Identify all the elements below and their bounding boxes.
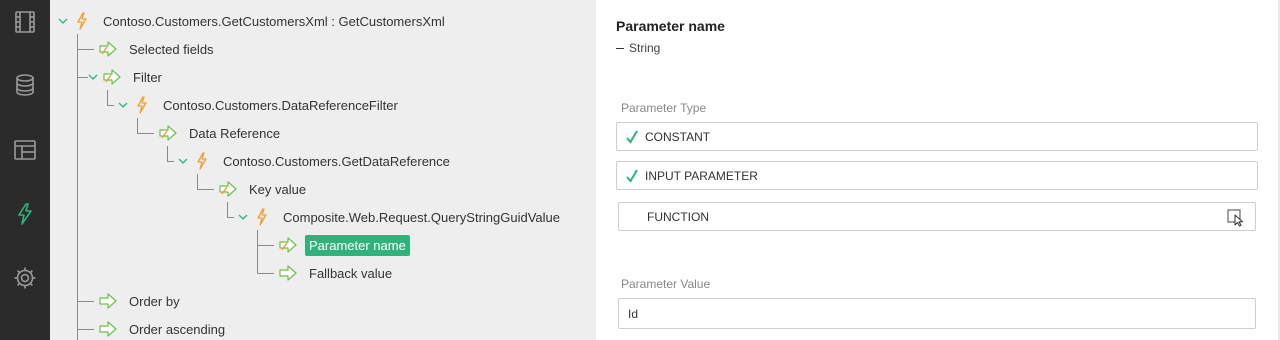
collapse-toggle-icon[interactable] bbox=[87, 71, 99, 83]
layout-icon bbox=[14, 140, 36, 160]
option-constant[interactable]: CONSTANT bbox=[616, 122, 1258, 151]
parameter-arrow-icon bbox=[159, 124, 177, 142]
parameter-type-label: Parameter Type bbox=[621, 101, 707, 115]
tree-node-selected-fields: Selected fields bbox=[99, 37, 218, 61]
tree-node-label[interactable]: Selected fields bbox=[125, 39, 218, 60]
option-label: INPUT PARAMETER bbox=[645, 168, 758, 183]
tree-node-label[interactable]: Contoso.Customers.GetDataReference bbox=[219, 151, 454, 172]
functions-rail-button[interactable] bbox=[0, 194, 50, 234]
checkmark-icon bbox=[626, 129, 640, 144]
tree-node-label[interactable]: Contoso.Customers.DataReferenceFilter bbox=[159, 95, 402, 116]
tree-node-querystring-guid-value: Composite.Web.Request.QueryStringGuidVal… bbox=[237, 205, 564, 229]
parameter-type-line: String bbox=[616, 41, 660, 55]
parameter-arrow-green-icon bbox=[279, 264, 297, 282]
parameter-value-label: Parameter Value bbox=[621, 277, 711, 291]
gear-icon bbox=[14, 267, 36, 289]
tree-node-order-by: Order by bbox=[99, 289, 184, 313]
collapse-toggle-icon[interactable] bbox=[237, 211, 249, 223]
tree-node-label[interactable]: Order by bbox=[125, 291, 184, 312]
app-rail bbox=[0, 0, 50, 340]
parameter-data-type: String bbox=[629, 41, 661, 55]
media-rail-button[interactable] bbox=[0, 2, 50, 42]
tree-node-label[interactable]: Key value bbox=[245, 179, 310, 200]
data-rail-button[interactable] bbox=[0, 65, 50, 105]
function-tree: Contoso.Customers.GetCustomersXml : GetC… bbox=[50, 0, 596, 340]
function-icon bbox=[193, 152, 211, 170]
parameter-arrow-icon bbox=[103, 68, 121, 86]
function-icon bbox=[133, 96, 151, 114]
tree-node-parameter-name: Parameter name bbox=[279, 233, 410, 257]
tree-node-fallback-value: Fallback value bbox=[279, 261, 396, 285]
dash-icon bbox=[616, 47, 624, 49]
parameter-arrow-icon bbox=[219, 180, 237, 198]
tree-node-key-value: Key value bbox=[219, 177, 310, 201]
tree-node-get-data-reference: Contoso.Customers.GetDataReference bbox=[177, 149, 454, 173]
film-icon bbox=[15, 11, 35, 33]
settings-rail-button[interactable] bbox=[0, 258, 50, 298]
tree-node-label[interactable]: Contoso.Customers.GetCustomersXml : GetC… bbox=[99, 11, 449, 32]
option-label: FUNCTION bbox=[647, 209, 709, 224]
tree-node-label-selected[interactable]: Parameter name bbox=[305, 234, 410, 256]
parameter-arrow-icon bbox=[99, 40, 117, 58]
option-function[interactable]: FUNCTION bbox=[618, 202, 1256, 231]
tree-node-order-ascending: Order ascending bbox=[99, 317, 229, 340]
parameter-arrow-green-icon bbox=[99, 320, 117, 338]
parameter-arrow-green-icon bbox=[99, 292, 117, 310]
tree-node-label[interactable]: Fallback value bbox=[305, 263, 396, 284]
tree-node-data-reference: Data Reference bbox=[159, 121, 284, 145]
tree-node-root-function: Contoso.Customers.GetCustomersXml : GetC… bbox=[57, 9, 449, 33]
tree-node-data-reference-filter: Contoso.Customers.DataReferenceFilter bbox=[117, 93, 402, 117]
select-function-icon[interactable] bbox=[1227, 209, 1245, 227]
tree-node-filter: Filter bbox=[87, 65, 166, 89]
parameter-value-input[interactable]: Id bbox=[618, 298, 1256, 329]
lightning-icon bbox=[18, 203, 32, 225]
parameter-title: Parameter name bbox=[616, 18, 725, 34]
option-label: CONSTANT bbox=[645, 129, 711, 144]
checkmark-icon bbox=[626, 168, 640, 183]
tree-node-label[interactable]: Composite.Web.Request.QueryStringGuidVal… bbox=[279, 207, 564, 228]
tree-node-label[interactable]: Data Reference bbox=[185, 123, 284, 144]
tree-node-label[interactable]: Order ascending bbox=[125, 319, 229, 340]
option-input-parameter[interactable]: INPUT PARAMETER bbox=[616, 161, 1258, 190]
collapse-toggle-icon[interactable] bbox=[57, 15, 69, 27]
function-icon bbox=[253, 208, 271, 226]
collapse-toggle-icon[interactable] bbox=[117, 99, 129, 111]
collapse-toggle-icon[interactable] bbox=[177, 155, 189, 167]
tree-node-label[interactable]: Filter bbox=[129, 67, 166, 88]
layout-rail-button[interactable] bbox=[0, 130, 50, 170]
database-icon bbox=[16, 74, 34, 96]
function-icon bbox=[73, 12, 91, 30]
parameter-properties-panel: Parameter name String Parameter Type CON… bbox=[596, 0, 1280, 340]
parameter-arrow-icon bbox=[279, 236, 297, 254]
